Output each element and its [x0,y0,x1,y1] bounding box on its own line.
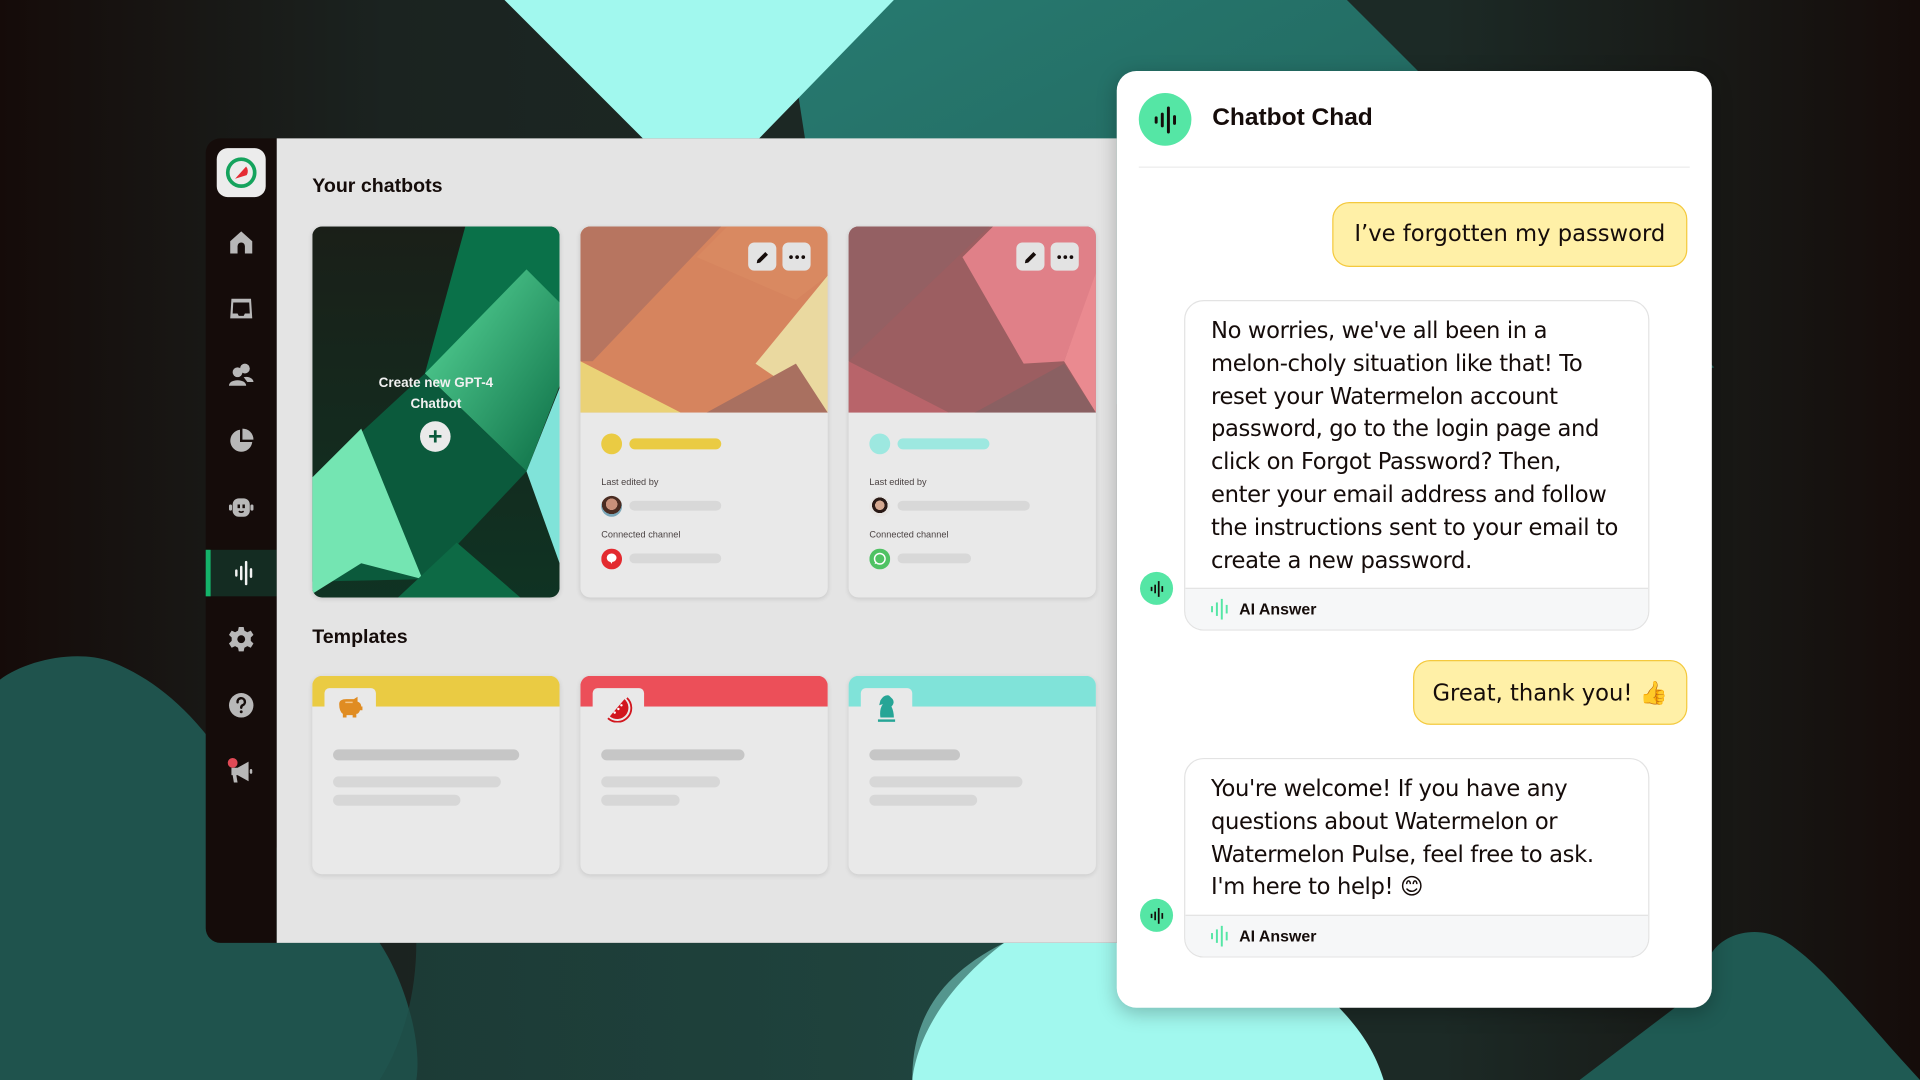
sidebar-item-announcements[interactable] [206,748,277,795]
sidebar-item-chatbots[interactable] [205,549,277,597]
template-desc-bar [869,776,1023,788]
bot-color-dot [869,432,891,454]
chatbot-card[interactable]: Last edited by Connected channel [580,226,828,598]
sidebar [205,138,277,943]
editor-avatar [869,495,891,517]
robot-icon [228,498,254,517]
inbox-icon [230,298,253,319]
ai-answer-footer: AI Answer [1185,588,1649,630]
soundwave-icon [235,560,253,586]
user-message: Great, thank you! 👍 [1413,660,1688,725]
template-desc-bar [601,776,721,788]
bot-message: You're welcome! If you have any question… [1184,757,1650,958]
ai-answer-label: AI Answer [1239,927,1317,946]
channel-name-bar [897,553,972,564]
megaphone-icon [227,757,253,783]
sidebar-item-reports[interactable] [206,418,277,465]
pie-chart-icon [230,428,254,452]
template-desc-bar [869,794,978,806]
template-icon-tab [592,688,645,728]
more-icon [788,254,805,259]
notification-dot [227,757,238,768]
template-title-bar [333,749,520,761]
template-desc-bar [333,794,461,806]
add-chatbot-button[interactable]: + [420,421,451,452]
pencil-icon [756,251,768,263]
template-card[interactable] [580,675,828,875]
gear-icon [228,626,254,652]
edit-chatbot-button[interactable] [748,242,777,271]
template-card[interactable] [848,675,1096,875]
users-icon [228,363,254,386]
bot-avatar-small [1140,898,1174,932]
soundwave-icon [1150,580,1163,597]
soundwave-icon [1154,105,1176,133]
bg-shape-teal-bottom [379,942,1005,1080]
chat-header: Chatbot Chad [1138,93,1690,168]
chess-knight-icon [877,695,896,722]
channel-name-bar [629,553,722,564]
more-options-button[interactable] [782,242,811,271]
create-chatbot-label: Create new GPT-4 Chatbot [378,375,494,412]
bot-message-text: No worries, we've all been in a melon-ch… [1211,318,1618,574]
marketing-stage: Your chatbots Create new GPT-4Chatbot + [0,0,1920,1080]
editor-name-bar [629,500,722,511]
watermelon-icon [607,697,633,723]
sidebar-item-settings[interactable] [206,616,277,663]
bot-color-dot [601,432,623,454]
bot-name-bar [897,437,990,449]
editor-name-bar [897,500,1030,511]
template-icon-tab [860,688,913,728]
templates-title: Templates [312,626,408,648]
last-edited-label: Last edited by [869,476,927,488]
user-message: I’ve forgotten my password [1332,202,1688,267]
last-edited-label: Last edited by [601,476,659,488]
soundwave-icon [1211,925,1228,947]
sidebar-item-help[interactable] [206,682,277,729]
bot-name-bar [629,437,722,449]
watermelon-logo-icon [225,157,257,188]
sidebar-item-inbox[interactable] [206,285,277,332]
pencil-icon [1024,251,1036,263]
livechat-icon [601,547,623,569]
chatbot-card[interactable]: Last edited by Connected channel [848,226,1096,598]
bot-name: Chatbot Chad [1212,104,1373,132]
sidebar-item-bots[interactable] [206,484,277,531]
editor-avatar [601,495,623,517]
plus-icon: + [428,423,443,451]
sidebar-item-home[interactable] [206,219,277,266]
soundwave-icon [1150,907,1163,924]
bot-avatar [1138,93,1192,146]
template-card[interactable] [312,675,560,875]
more-options-button[interactable] [1050,242,1079,271]
create-chatbot-card[interactable]: Create new GPT-4 Chatbot + [312,226,560,598]
template-desc-bar [333,776,501,788]
sidebar-item-contacts[interactable] [206,351,277,398]
soundwave-icon [1211,599,1228,621]
help-icon [228,693,254,718]
template-title-bar [869,749,961,761]
connected-channel-label: Connected channel [601,528,681,541]
more-icon [1056,254,1073,259]
ai-answer-label: AI Answer [1239,600,1317,619]
template-title-bar [601,749,745,761]
chat-panel: Chatbot Chad I’ve forgotten my password … [1116,71,1712,1008]
chatbots-panel: Your chatbots Create new GPT-4Chatbot + [276,138,1117,943]
bot-message: No worries, we've all been in a melon-ch… [1184,300,1650,632]
your-chatbots-title: Your chatbots [312,176,443,198]
watermelon-logo[interactable] [216,148,266,198]
piggy-bank-icon [339,696,363,718]
template-icon-tab [324,688,376,728]
template-desc-bar [601,794,680,806]
chatbot-name-placeholder [869,431,1077,455]
connected-channel-label: Connected channel [869,528,949,541]
home-icon [230,231,253,254]
edit-chatbot-button[interactable] [1016,242,1045,271]
whatsapp-icon [869,547,891,569]
bot-message-text: You're welcome! If you have any question… [1211,776,1594,901]
bot-avatar-small [1140,571,1174,605]
chatbot-name-placeholder [601,431,809,455]
ai-answer-footer: AI Answer [1185,914,1649,957]
